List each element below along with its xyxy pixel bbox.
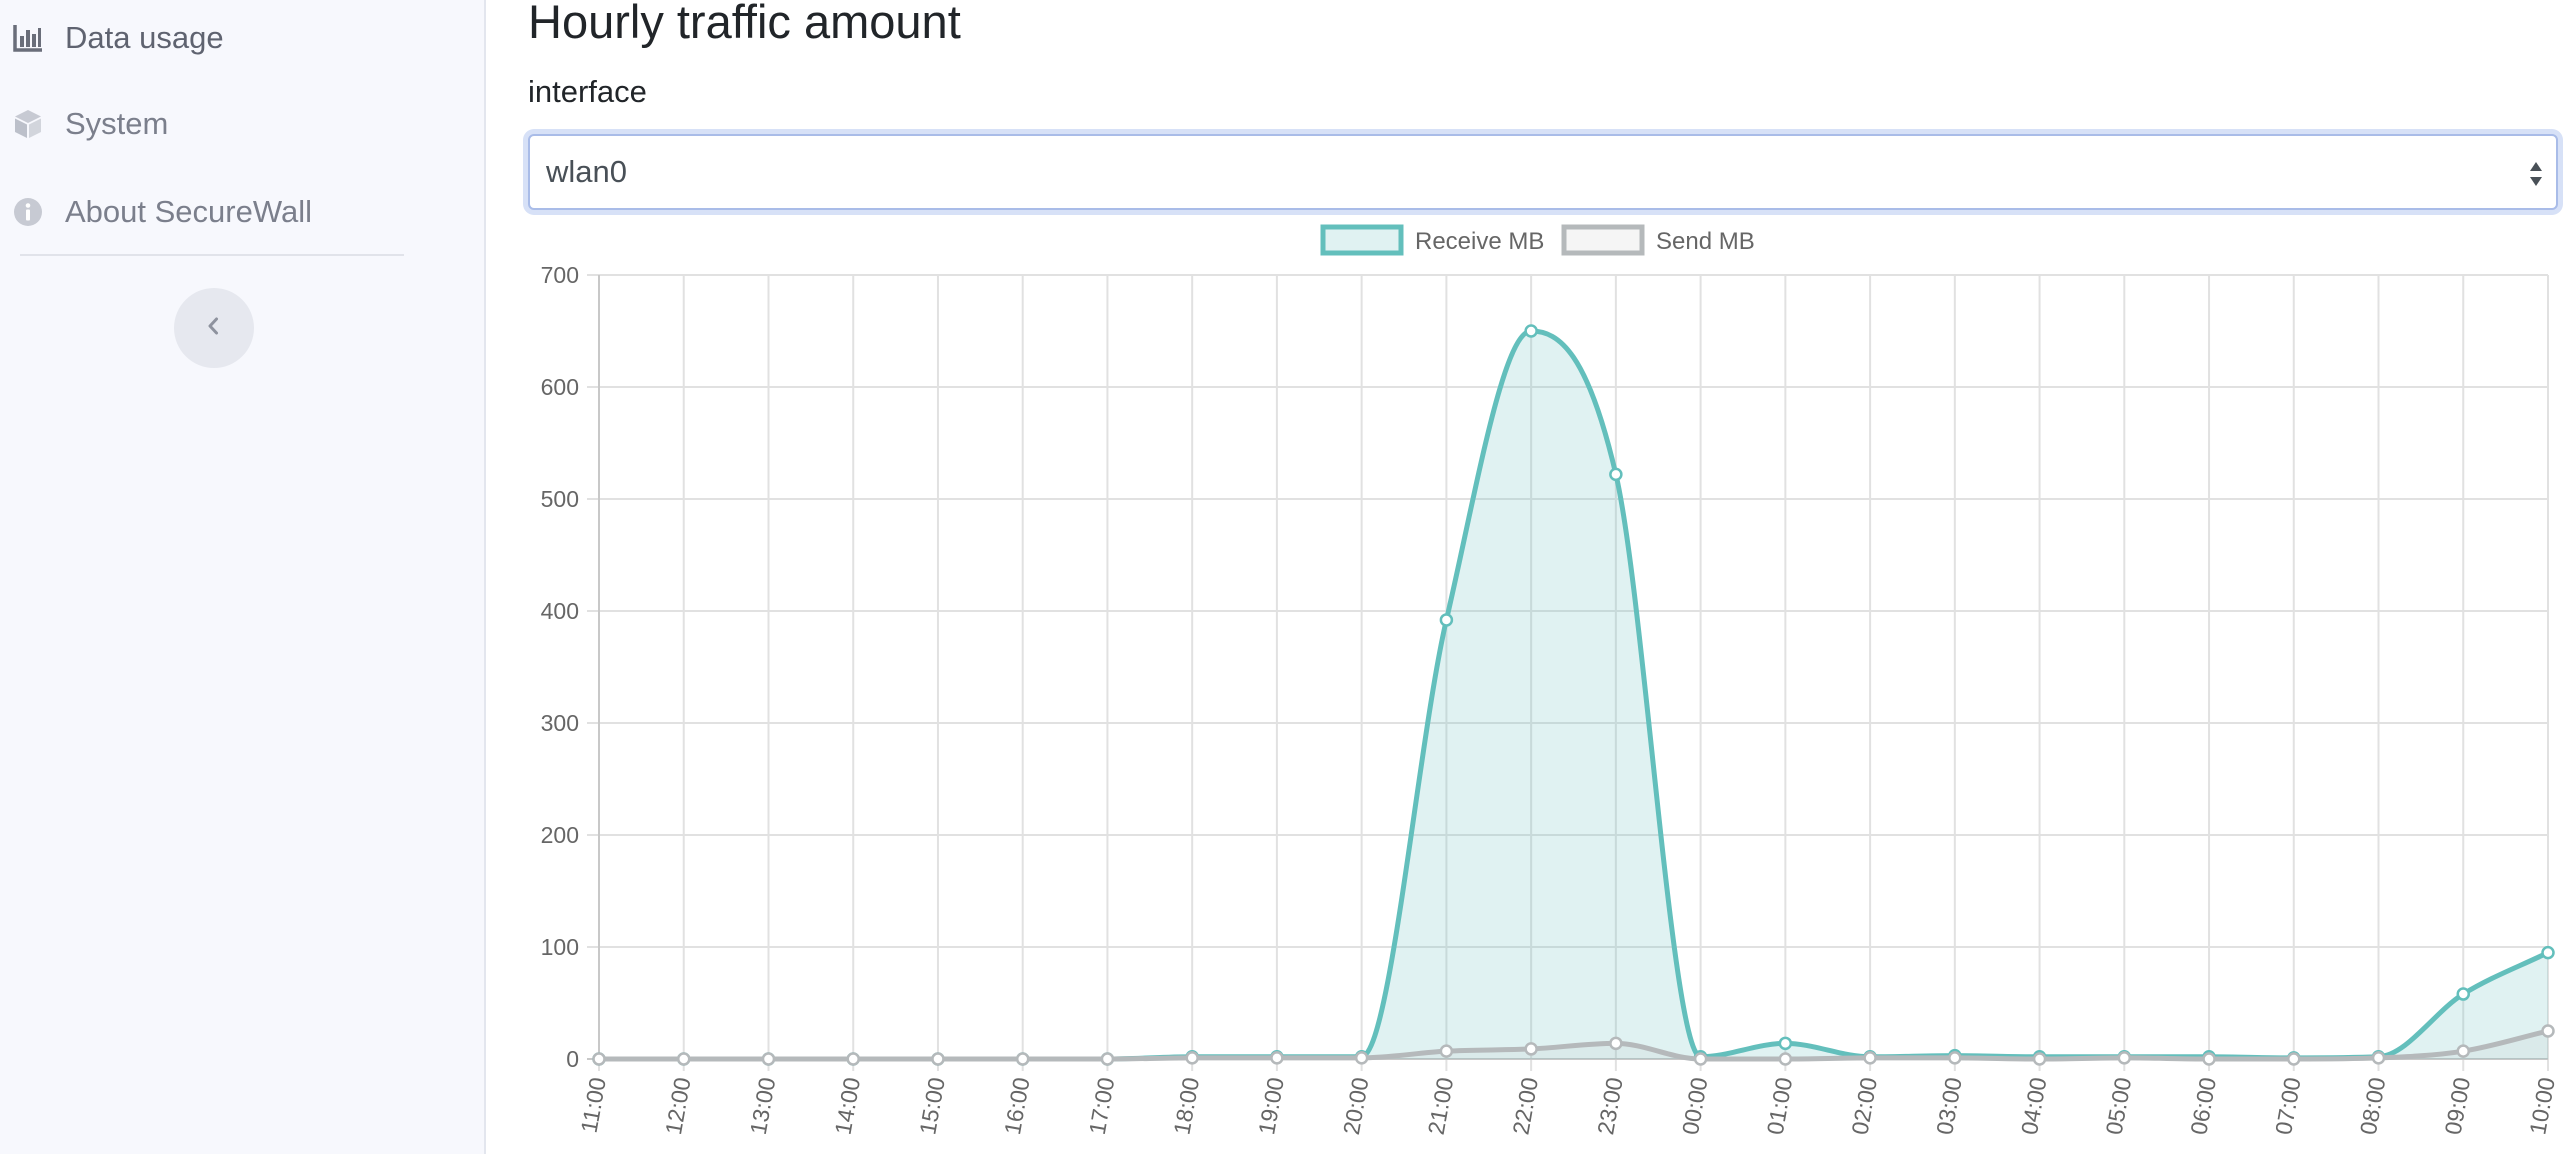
- legend-label: Send MB: [1656, 228, 1755, 255]
- y-tick-label: 100: [541, 934, 579, 960]
- data-point[interactable]: [2541, 1024, 2555, 1038]
- x-tick-label: 21:00: [1423, 1075, 1459, 1136]
- data-point[interactable]: [1609, 467, 1623, 482]
- sidebar-item-label: Data usage: [65, 20, 224, 55]
- legend-item[interactable]: Send MB: [1561, 224, 1755, 256]
- x-tick-label: 18:00: [1168, 1075, 1204, 1136]
- data-point[interactable]: [761, 1052, 776, 1066]
- data-point[interactable]: [1524, 324, 1538, 338]
- x-tick-label: 09:00: [2440, 1075, 2476, 1136]
- data-point[interactable]: [2456, 987, 2471, 1001]
- x-tick-label: 10:00: [2524, 1075, 2560, 1136]
- data-point[interactable]: [931, 1052, 945, 1066]
- x-tick-label: 19:00: [1253, 1075, 1289, 1136]
- select-arrows-icon: [2526, 156, 2546, 192]
- data-point[interactable]: [2371, 1051, 2386, 1065]
- data-point[interactable]: [2456, 1044, 2471, 1058]
- sidebar-item-data-usage[interactable]: Data usage: [10, 8, 224, 68]
- data-point[interactable]: [2287, 1052, 2301, 1066]
- y-tick-label: 600: [541, 374, 579, 400]
- data-point[interactable]: [1693, 1052, 1708, 1066]
- y-tick-label: 300: [541, 710, 579, 736]
- traffic-chart: 0 100 200 300 400 500 600 700 11:00 12:00 13:00 14:…: [528, 220, 2566, 1154]
- series-area-0: [599, 331, 2548, 1059]
- data-point[interactable]: [1778, 1052, 1793, 1066]
- x-tick-label: 06:00: [2185, 1075, 2221, 1136]
- x-tick-label: 23:00: [1592, 1075, 1628, 1136]
- x-tick-label: 01:00: [1762, 1075, 1798, 1136]
- data-point[interactable]: [2541, 945, 2555, 960]
- data-point[interactable]: [2202, 1052, 2216, 1066]
- sidebar: Data usage System About SecureWall: [0, 0, 486, 1154]
- legend-label: Receive MB: [1415, 228, 1544, 255]
- y-tick-label: 400: [541, 598, 579, 624]
- y-tick-label: 0: [566, 1046, 579, 1072]
- data-point[interactable]: [1100, 1052, 1115, 1066]
- x-tick-label: 14:00: [830, 1075, 866, 1136]
- data-point[interactable]: [1015, 1052, 1030, 1066]
- info-circle-icon: [10, 194, 46, 230]
- data-point[interactable]: [1609, 1036, 1623, 1051]
- data-point[interactable]: [1439, 1044, 1454, 1058]
- sidebar-item-system[interactable]: System: [10, 94, 168, 154]
- x-tick-label: 04:00: [2016, 1075, 2052, 1136]
- interface-select-value: wlan0: [546, 154, 627, 189]
- sidebar-item-label: About SecureWall: [65, 194, 312, 229]
- chart-legend: Receive MB Send MB: [1320, 224, 1755, 256]
- y-tick-label: 500: [541, 486, 579, 512]
- x-tick-label: 13:00: [745, 1075, 781, 1136]
- legend-item[interactable]: Receive MB: [1320, 224, 1544, 256]
- main-content: Hourly traffic amount interface wlan0 01…: [528, 0, 2560, 1154]
- data-point[interactable]: [1185, 1051, 1199, 1065]
- data-point[interactable]: [1524, 1042, 1538, 1056]
- traffic-chart-svg: 0 100 200 300 400 500 600 700 11:00 12:00 13:00 14:…: [541, 224, 2560, 1137]
- x-tick-label: 03:00: [1931, 1075, 1967, 1136]
- x-tick-label: 20:00: [1338, 1075, 1374, 1136]
- cube-icon: [10, 106, 46, 142]
- x-tick-label: 17:00: [1084, 1075, 1120, 1136]
- data-point[interactable]: [676, 1052, 691, 1066]
- data-point[interactable]: [1270, 1051, 1284, 1065]
- data-point[interactable]: [2032, 1052, 2047, 1066]
- data-point[interactable]: [1778, 1036, 1793, 1051]
- data-point[interactable]: [1863, 1051, 1877, 1065]
- page-title: Hourly traffic amount: [528, 0, 961, 48]
- x-tick-label: 11:00: [576, 1075, 611, 1135]
- x-tick-label: 22:00: [1507, 1075, 1543, 1136]
- sidebar-item-about[interactable]: About SecureWall: [10, 182, 312, 242]
- x-tick-label: 00:00: [1677, 1075, 1713, 1136]
- legend-swatch: [1320, 224, 1404, 256]
- data-point[interactable]: [1354, 1051, 1369, 1065]
- x-tick-label: 07:00: [2270, 1075, 2306, 1136]
- interface-select[interactable]: wlan0: [528, 134, 2558, 210]
- chevron-left-icon: [203, 315, 225, 342]
- x-tick-label: 02:00: [1846, 1075, 1882, 1136]
- x-tick-label: 12:00: [660, 1075, 696, 1136]
- x-tick-label: 08:00: [2355, 1075, 2391, 1136]
- data-point[interactable]: [1439, 613, 1454, 627]
- x-tick-label: 05:00: [2101, 1075, 2137, 1136]
- interface-label: interface: [528, 74, 647, 109]
- bar-chart-icon: [10, 20, 46, 56]
- sidebar-item-label: System: [65, 106, 169, 141]
- data-point[interactable]: [1948, 1051, 1962, 1065]
- x-tick-label: 15:00: [914, 1075, 950, 1136]
- legend-swatch: [1561, 224, 1645, 256]
- x-tick-label: 16:00: [999, 1075, 1035, 1136]
- data-point[interactable]: [592, 1052, 606, 1066]
- y-tick-label: 200: [541, 822, 579, 848]
- data-point[interactable]: [846, 1052, 860, 1066]
- data-point[interactable]: [2117, 1051, 2132, 1065]
- nav-divider: [20, 254, 404, 256]
- y-tick-label: 700: [541, 262, 579, 288]
- sidebar-collapse-button[interactable]: [174, 288, 254, 368]
